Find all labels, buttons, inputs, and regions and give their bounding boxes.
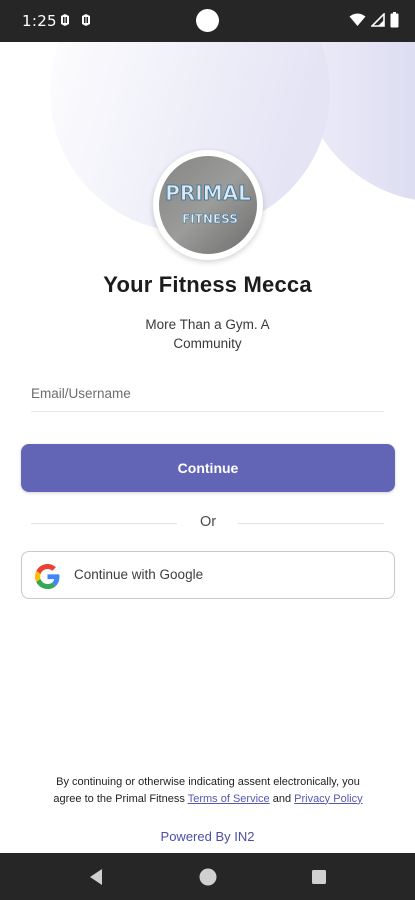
system-icons bbox=[349, 11, 399, 29]
legal-and: and bbox=[272, 792, 292, 805]
status-bar: 1:25 bbox=[0, 0, 415, 42]
navigation-bar bbox=[0, 853, 415, 900]
camera-cutout bbox=[196, 9, 219, 32]
legal-notice: By continuing or otherwise indicating as… bbox=[50, 774, 366, 807]
logo-image: PRIMAL FITNESS bbox=[159, 156, 257, 254]
back-icon[interactable] bbox=[85, 865, 109, 889]
divider-or: Or bbox=[199, 514, 217, 530]
google-signin-button[interactable]: Continue with Google bbox=[21, 551, 395, 599]
divider-line-right bbox=[238, 523, 384, 524]
logo-text-primal: PRIMAL bbox=[165, 181, 251, 205]
notification-icon bbox=[82, 14, 90, 26]
privacy-link[interactable]: Privacy Policy bbox=[294, 793, 362, 805]
page-subtitle: More Than a Gym. A Community bbox=[145, 317, 270, 351]
notification-icon bbox=[61, 14, 69, 26]
recents-icon[interactable] bbox=[307, 865, 331, 889]
wifi-icon bbox=[349, 13, 366, 26]
google-button-label: Continue with Google bbox=[74, 567, 204, 582]
home-icon[interactable] bbox=[196, 865, 220, 889]
logo-text-fitness: FITNESS bbox=[182, 212, 238, 226]
powered-by: Powered By IN2 bbox=[160, 829, 255, 844]
google-icon bbox=[35, 564, 60, 589]
email-field[interactable] bbox=[31, 375, 384, 412]
status-time: 1:25 bbox=[22, 12, 57, 30]
page-title: Your Fitness Mecca bbox=[103, 272, 312, 297]
signal-icon bbox=[371, 13, 385, 27]
divider-line-left bbox=[31, 523, 177, 524]
battery-icon bbox=[390, 12, 399, 28]
terms-link[interactable]: Terms of Service bbox=[188, 793, 270, 805]
gym-logo: PRIMAL FITNESS bbox=[153, 150, 263, 260]
continue-button[interactable]: Continue bbox=[21, 444, 395, 492]
